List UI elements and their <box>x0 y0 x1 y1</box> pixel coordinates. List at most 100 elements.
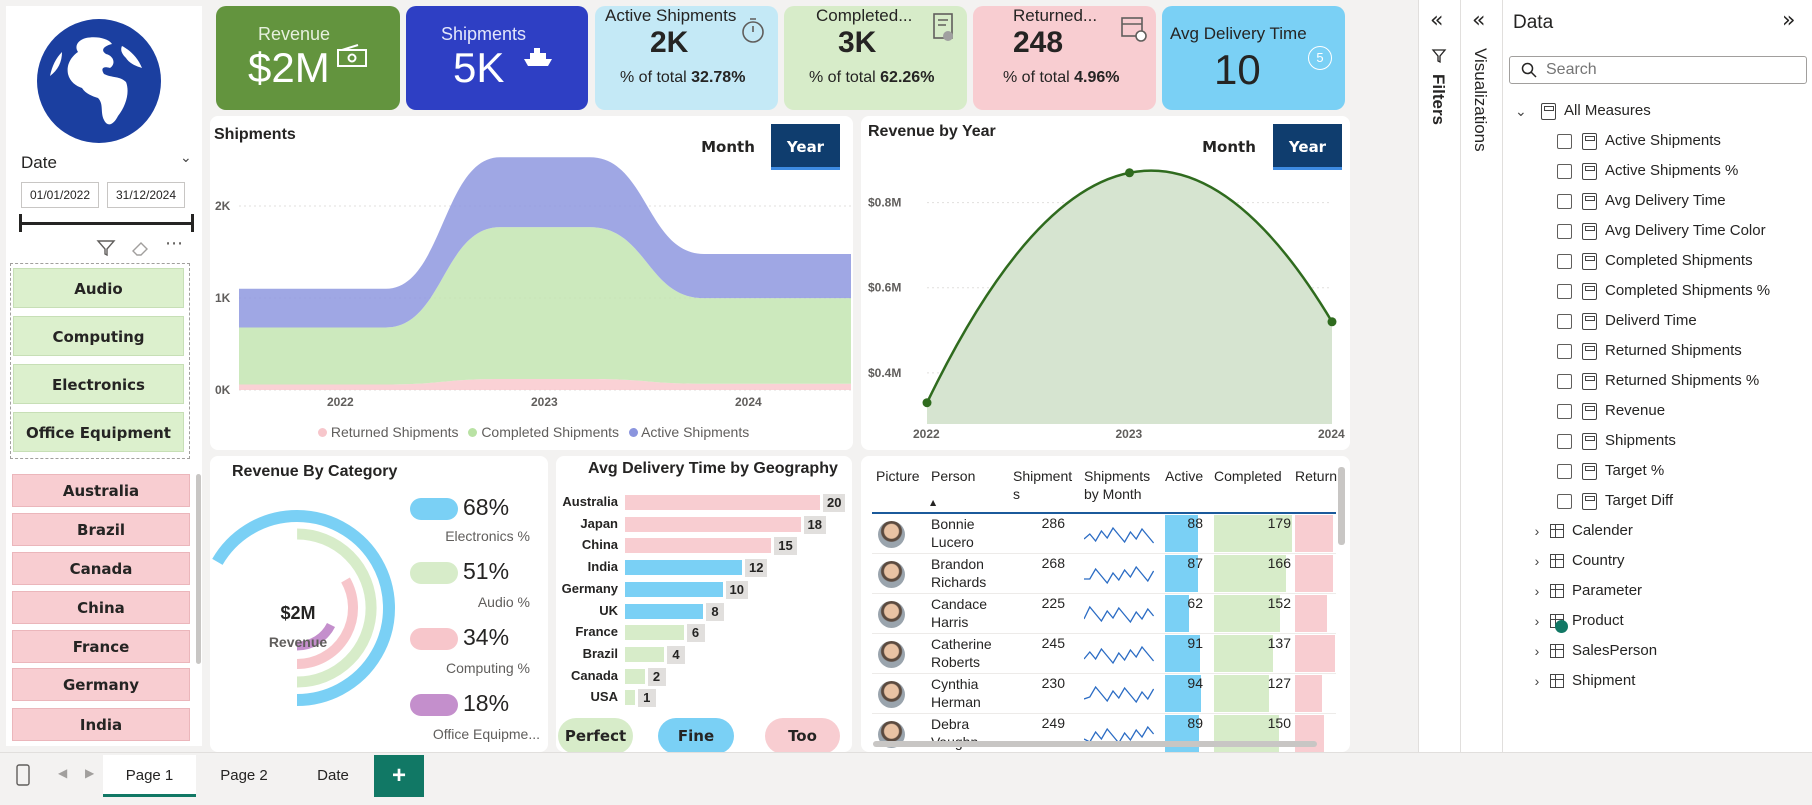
chevron-right-icon[interactable]: › <box>1524 669 1550 693</box>
table-node[interactable]: › Country <box>1524 549 1625 573</box>
measure-checkbox[interactable] <box>1557 433 1572 449</box>
measure-checkbox[interactable] <box>1557 133 1572 149</box>
country-slicer-item-france[interactable]: France <box>12 630 190 663</box>
measure-checkbox[interactable] <box>1557 253 1572 269</box>
chevron-down-icon[interactable]: ⌄ <box>180 150 192 166</box>
page-scroll-right-icon[interactable]: ▶ <box>85 766 94 780</box>
measure-checkbox[interactable] <box>1557 193 1572 209</box>
measure-item[interactable]: Avg Delivery Time <box>1557 189 1726 213</box>
category-slicer-item-office-equipment[interactable]: Office Equipment <box>13 412 184 452</box>
category-slicer-item-electronics[interactable]: Electronics <box>13 364 184 404</box>
measure-item[interactable]: Returned Shipments % <box>1557 369 1759 393</box>
tab-page-1[interactable]: Page 1 <box>103 755 196 797</box>
table-node[interactable]: › Product <box>1524 609 1624 633</box>
country-slicer-item-brazil[interactable]: Brazil <box>12 513 190 546</box>
legend-fine-pill[interactable]: Fine <box>658 718 734 754</box>
table-header-picture[interactable]: Picture <box>876 467 920 485</box>
kpi-avg-delivery-label: Avg Delivery Time <box>1170 24 1307 43</box>
table-node[interactable]: › Parameter <box>1524 579 1642 603</box>
tab-page-2[interactable]: Page 2 <box>196 755 292 797</box>
mobile-layout-icon[interactable] <box>16 764 30 786</box>
measure-checkbox[interactable] <box>1557 343 1572 359</box>
table-label: SalesPerson <box>1572 642 1658 659</box>
measure-checkbox[interactable] <box>1557 223 1572 239</box>
table-node[interactable]: › SalesPerson <box>1524 639 1657 663</box>
measure-item[interactable]: Active Shipments <box>1557 129 1721 153</box>
geo-value-label: 15 <box>774 537 797 556</box>
measure-item[interactable]: Active Shipments % <box>1557 159 1738 183</box>
country-slicer-item-australia[interactable]: Australia <box>12 474 190 507</box>
eraser-icon[interactable] <box>130 238 150 258</box>
date-slider-end-handle[interactable] <box>191 214 194 232</box>
measure-item[interactable]: Shipments <box>1557 429 1676 453</box>
chevron-right-icon[interactable]: › <box>1524 519 1550 543</box>
measure-item[interactable]: Target % <box>1557 459 1664 483</box>
measure-item[interactable]: Target Diff <box>1557 489 1673 513</box>
measure-checkbox[interactable] <box>1557 283 1572 299</box>
chevron-right-icon[interactable]: › <box>1524 639 1550 663</box>
all-measures-node[interactable]: ⌄ All Measures <box>1515 99 1651 123</box>
page-scroll-left-icon[interactable]: ◀ <box>58 766 67 780</box>
geo-country-label: UK <box>599 602 618 618</box>
measure-checkbox[interactable] <box>1557 403 1572 419</box>
data-pane-collapse-icon[interactable]: » <box>1782 8 1795 33</box>
table-vertical-scrollbar[interactable] <box>1338 467 1345 545</box>
measure-checkbox[interactable] <box>1557 313 1572 329</box>
date-slicer-title: Date <box>21 153 57 172</box>
tab-date[interactable]: Date <box>292 755 374 797</box>
category-slicer-item-computing[interactable]: Computing <box>13 316 184 356</box>
geo-bar <box>625 516 801 532</box>
measure-checkbox[interactable] <box>1557 463 1572 479</box>
measure-checkbox[interactable] <box>1557 373 1572 389</box>
chevron-right-icon[interactable]: › <box>1524 609 1550 633</box>
table-node[interactable]: › Calender <box>1524 519 1633 543</box>
table-header-active[interactable]: Active <box>1165 467 1203 485</box>
data-search-input[interactable] <box>1546 59 1796 81</box>
add-page-button[interactable]: + <box>374 755 424 797</box>
legend-perfect-pill[interactable]: Perfect <box>558 718 633 754</box>
table-header-returned[interactable]: Returne <box>1295 467 1337 485</box>
date-range-slider[interactable] <box>21 222 193 225</box>
measure-checkbox[interactable] <box>1557 163 1572 179</box>
chevron-right-icon[interactable]: › <box>1524 549 1550 573</box>
measure-checkbox[interactable] <box>1557 493 1572 509</box>
table-icon <box>1550 584 1564 598</box>
table-header-completed[interactable]: Completed <box>1214 467 1282 485</box>
country-slicer-item-india[interactable]: India <box>12 708 190 741</box>
date-from-input[interactable]: 01/01/2022 <box>21 182 99 208</box>
country-slicer-item-germany[interactable]: Germany <box>12 668 190 701</box>
filters-collapse-icon[interactable]: « <box>1430 8 1443 33</box>
measure-item[interactable]: Returned Shipments <box>1557 339 1742 363</box>
geo-country-label: China <box>581 537 618 553</box>
measure-item[interactable]: Completed Shipments <box>1557 249 1753 273</box>
visualizations-pane-label[interactable]: Visualizations <box>1470 48 1490 152</box>
filter-icon[interactable] <box>96 238 116 258</box>
chevron-down-icon[interactable]: ⌄ <box>1515 99 1541 123</box>
revenue-area-chart: $0.4M $0.6M $0.8M 2022 2023 2024 <box>868 168 1345 441</box>
sparkline-path <box>1084 565 1154 585</box>
table-node[interactable]: › Shipment <box>1524 669 1636 693</box>
date-to-input[interactable]: 31/12/2024 <box>107 182 185 208</box>
country-slicer-item-china[interactable]: China <box>12 591 190 624</box>
measure-item[interactable]: Deliverd Time <box>1557 309 1697 333</box>
measure-item[interactable]: Avg Delivery Time Color <box>1557 219 1766 243</box>
measure-item[interactable]: Completed Shipments % <box>1557 279 1770 303</box>
measure-label: Returned Shipments <box>1605 342 1742 359</box>
search-icon <box>1521 62 1537 78</box>
country-slicer-scrollbar[interactable] <box>196 474 201 664</box>
table-horizontal-scrollbar[interactable] <box>873 741 1317 747</box>
filters-pane-label[interactable]: Filters <box>1428 74 1448 125</box>
more-options-icon[interactable]: ⋯ <box>165 233 183 254</box>
date-slider-start-handle[interactable] <box>19 214 22 232</box>
table-header-person[interactable]: Person <box>931 467 975 485</box>
shipments-value: 230 <box>1041 675 1065 691</box>
table-header-shipments-by-month[interactable]: Shipments by Month <box>1084 467 1154 503</box>
table-header-shipments[interactable]: Shipment s <box>1013 467 1075 503</box>
category-slicer-item-audio[interactable]: Audio <box>13 268 184 308</box>
geo-country-label: France <box>575 624 618 640</box>
country-slicer-item-canada[interactable]: Canada <box>12 552 190 585</box>
chevron-right-icon[interactable]: › <box>1524 579 1550 603</box>
visualizations-collapse-icon[interactable]: « <box>1472 8 1485 33</box>
measure-item[interactable]: Revenue <box>1557 399 1665 423</box>
legend-too-long-pill[interactable]: Too Long <box>765 718 840 781</box>
